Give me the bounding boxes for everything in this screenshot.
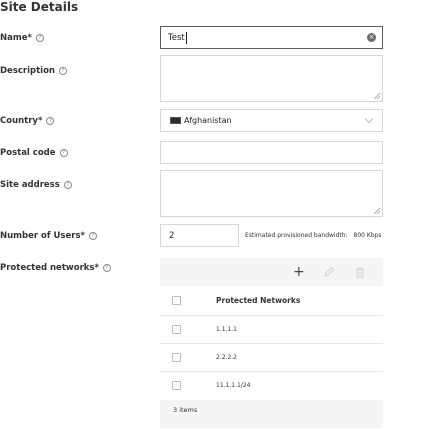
afghanistan-flag-icon <box>170 117 181 124</box>
postal-code-label-text: Postal code <box>0 148 56 158</box>
row-checkbox[interactable] <box>172 381 181 390</box>
description-label-text: Description <box>0 66 55 76</box>
description-label: Description ? <box>0 66 67 76</box>
site-address-label-text: Site address <box>0 180 60 190</box>
description-textarea[interactable] <box>160 55 383 102</box>
help-circle-icon[interactable]: ? <box>35 34 44 42</box>
protected-networks-label-text: Protected networks* <box>0 263 99 273</box>
country-select[interactable]: Afghanistan <box>160 109 383 132</box>
page-title: Site Details <box>0 0 79 14</box>
site-address-textarea[interactable] <box>160 170 383 217</box>
help-circle-icon[interactable]: ? <box>58 67 67 75</box>
name-input[interactable]: Test × <box>160 26 383 49</box>
postal-code-input[interactable] <box>160 141 383 164</box>
help-circle-icon[interactable]: ? <box>102 264 111 272</box>
number-of-users-value: 2 <box>169 231 175 241</box>
number-of-users-label-text: Number of Users* <box>0 231 85 241</box>
name-label-text: Name* <box>0 33 32 43</box>
network-cell: 11.1.1.1/24 <box>216 382 251 389</box>
network-cell: 1.1.1.1 <box>216 326 237 333</box>
column-header-protected-networks: Protected Networks <box>216 296 301 305</box>
country-label-text: Country* <box>0 116 43 126</box>
select-all-checkbox[interactable] <box>172 296 181 305</box>
item-count: 3 items <box>173 406 198 414</box>
network-cell: 2.2.2.2 <box>216 354 237 361</box>
text-cursor <box>186 32 187 44</box>
help-circle-icon[interactable]: ? <box>46 117 55 125</box>
protected-networks-grid: + Protected Networks 1.1.1.1 2.2.2.2 11.… <box>160 258 383 428</box>
chevron-down-icon[interactable] <box>364 114 374 124</box>
plus-icon[interactable]: + <box>293 265 305 279</box>
resize-handle-icon[interactable] <box>374 208 380 214</box>
help-circle-icon[interactable]: ? <box>59 149 68 157</box>
postal-code-label: Postal code ? <box>0 148 68 158</box>
number-of-users-label: Number of Users* ? <box>0 231 97 241</box>
networks-table: Protected Networks 1.1.1.1 2.2.2.2 11.1.… <box>160 286 383 400</box>
protected-networks-label: Protected networks* ? <box>0 263 111 273</box>
clear-circle-icon[interactable]: × <box>367 33 376 42</box>
bandwidth-value: 800 Kbps <box>353 232 382 239</box>
row-checkbox[interactable] <box>172 353 181 362</box>
name-label: Name* ? <box>0 33 44 43</box>
trash-icon[interactable] <box>354 266 366 278</box>
table-row[interactable]: 2.2.2.2 <box>160 344 383 371</box>
pencil-icon[interactable] <box>323 266 335 278</box>
help-circle-icon[interactable]: ? <box>63 181 72 189</box>
name-input-value: Test <box>168 33 185 43</box>
table-row[interactable]: 11.1.1.1/24 <box>160 372 383 399</box>
country-select-value: Afghanistan <box>184 116 232 125</box>
table-row[interactable]: 1.1.1.1 <box>160 316 383 343</box>
row-checkbox[interactable] <box>172 325 181 334</box>
help-circle-icon[interactable]: ? <box>88 232 97 240</box>
country-label: Country* ? <box>0 116 55 126</box>
resize-handle-icon[interactable] <box>374 93 380 99</box>
bandwidth-info: Estimated provisioned bandwidth: 800 Kbp… <box>245 232 382 239</box>
bandwidth-label: Estimated provisioned bandwidth: <box>245 232 348 239</box>
number-of-users-input[interactable]: 2 <box>160 224 239 247</box>
site-address-label: Site address ? <box>0 180 72 190</box>
